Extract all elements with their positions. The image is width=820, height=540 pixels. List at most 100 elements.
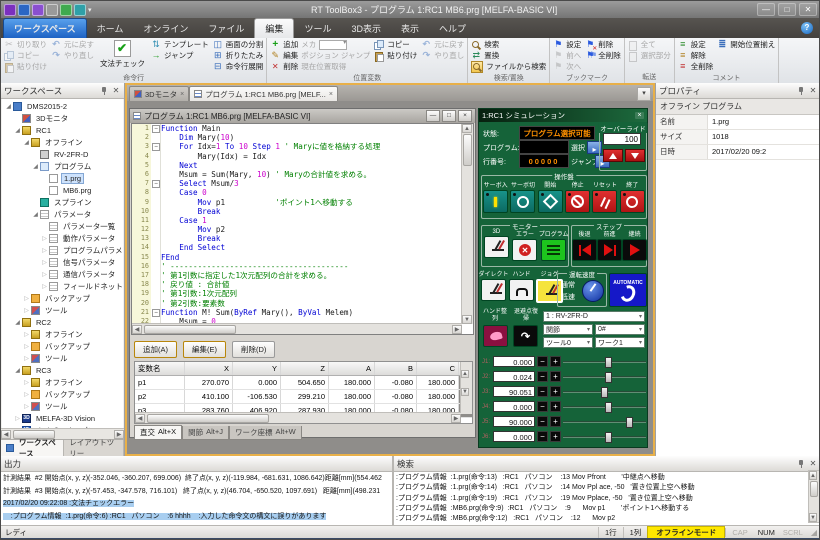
close-icon[interactable]: ✕ [808,86,818,95]
table-row[interactable]: p2410.100-106.530299.210180.000-0.080180… [135,390,472,404]
table-column-Y[interactable]: Y [233,362,281,375]
table-cell[interactable]: 180.000 [417,376,459,389]
work-combo[interactable]: ワーク1▾ [595,337,645,348]
workspace-tab-ワークスペース[interactable]: ワークスペース [1,440,64,456]
code-line[interactable]: 17' 第1引数に指定した1次元配列の合計を求める。 [132,271,462,280]
search-lines[interactable]: :プログラム情報 :1.prg(命令:13) :RC1 パソコン :13 Mov… [394,472,820,525]
joint-minus-icon[interactable]: − [537,431,548,442]
override-down-icon[interactable] [625,149,645,162]
code-line[interactable]: 18' 戻り値 : 合計値 [132,280,462,289]
joint-plus-icon[interactable]: + [550,431,561,442]
robot-select-combo[interactable]: 1 : RV-2FR-D▾ [543,311,645,322]
scroll-thumb[interactable] [810,481,818,497]
tree-item-バックアップ[interactable]: ▷バックアップ [2,292,123,304]
sim-button-ダイレクト[interactable] [481,279,506,301]
ribbon-button-開始位置揃え[interactable]: 開始位置揃え [717,39,775,50]
code-editor[interactable]: 1Function Main2 Dim Mary(10)3 For Idx=1 … [131,123,474,335]
fold-marker-icon[interactable] [151,124,161,133]
table-column-Z[interactable]: Z [281,362,329,375]
table-column-A[interactable]: A [329,362,375,375]
joint-minus-icon[interactable]: − [537,416,548,427]
tree-expander-icon[interactable]: ▷ [22,403,31,410]
table-column-変数名[interactable]: 変数名 [135,362,185,375]
coord-tab-直交[interactable]: 直交Alt+X [134,425,182,440]
ribbon-button-元に戻す[interactable]: 元に戻す [51,39,94,50]
ribbon-button-解除[interactable]: 解除 [678,50,714,61]
code-line[interactable]: 10 Break [132,207,462,216]
joint-minus-icon[interactable]: − [537,371,548,382]
tree-item-パラメータ一覧[interactable]: パラメータ一覧 [2,220,123,232]
monitor-green-icon[interactable] [60,4,72,16]
maximize-button[interactable]: □ [778,3,796,16]
tab-list-menu-icon[interactable]: ▾ [637,87,651,101]
sim-button-前進[interactable] [597,239,622,261]
table-column-C[interactable]: C [417,362,459,375]
tree-expander-icon[interactable]: ◢ [31,163,40,170]
sim-button-エラー[interactable] [512,239,537,261]
maximize-button[interactable]: □ [442,110,456,122]
automatic-button[interactable]: AUTOMATIC [609,273,647,307]
ribbon-button-ジャンプ[interactable]: ジャンプ [151,50,209,61]
ribbon-tab-オンライン[interactable]: オンライン [133,19,198,38]
scroll-thumb[interactable] [147,414,269,423]
tree-expander-icon[interactable]: ▷ [22,331,31,338]
scroll-right-icon[interactable]: ▶ [452,325,462,334]
tree-expander-icon[interactable]: ◢ [13,127,22,134]
tree-expander-icon[interactable]: ▷ [40,247,49,254]
code-line[interactable]: 1Function Main [132,124,462,133]
tree-item-オフライン[interactable]: ▷オフライン [2,328,123,340]
code-line[interactable]: 13 Break [132,234,462,243]
table-cell[interactable]: -106.530 [233,390,281,403]
scroll-thumb[interactable] [463,134,472,166]
tab-close-icon[interactable]: × [329,91,333,98]
tree-item-RC2[interactable]: ◢RC2 [2,316,123,328]
ribbon-button-全削除[interactable]: 全削除 [678,61,714,72]
scroll-left-icon[interactable]: ◀ [135,414,145,423]
table-column-B[interactable]: B [375,362,417,375]
sim-button-プログラム[interactable] [541,239,566,261]
code-line[interactable]: 20' 第2引数:要素数 [132,299,462,308]
ribbon-button-次へ[interactable]: 次へ [553,61,581,72]
tree-item-パラメータ[interactable]: ◢パラメータ [2,208,123,220]
fold-marker-icon[interactable] [151,308,161,317]
tree-expander-icon[interactable]: ▷ [22,295,31,302]
joint-value[interactable]: 90.000 [493,416,535,427]
scroll-up-icon[interactable]: ▲ [462,124,472,133]
search-vscrollbar[interactable]: ▲ ▼ [808,470,820,523]
tree-expander-icon[interactable]: ◢ [22,139,31,146]
joint-slider[interactable] [563,401,646,412]
joint-minus-icon[interactable]: − [537,386,548,397]
app-logo-icon[interactable] [4,4,16,16]
code-line[interactable]: 2 Dim Mary(10) [132,133,462,142]
joint-value[interactable]: 0.024 [493,371,535,382]
ribbon-button-貼り付け[interactable]: 貼り付け [374,50,417,61]
ribbon-button-やり直し[interactable]: やり直し [51,50,94,61]
tree-expander-icon[interactable]: ▷ [22,379,31,386]
joint-minus-icon[interactable]: − [537,401,548,412]
tree-item-バックアップ[interactable]: ▷バックアップ [2,340,123,352]
pin-icon[interactable] [100,87,108,95]
sim-button-後退[interactable] [572,239,597,261]
fold-marker-icon[interactable] [151,179,161,188]
button-編集(E)[interactable]: 編集(E) [183,341,226,358]
ribbon-button-元に戻す[interactable]: 元に戻す [421,39,464,50]
pin-icon[interactable] [797,460,805,468]
output-line[interactable]: 計測結果 #3 開始点(x, y, z)(-57.453, -347.578, … [3,486,390,499]
ribbon-tab-表示[interactable]: 表示 [391,19,429,38]
simulator-teal-icon[interactable] [74,4,86,16]
sim-button-リセット[interactable] [592,190,617,213]
joint-slider[interactable] [563,371,646,382]
position-variable-table[interactable]: ▲ ▼ ◀ ▶ 変数名XYZABCLp1270.0700.000504.6501… [134,361,473,424]
code-line[interactable]: 12 Mov p2 [132,225,462,234]
coord-tab-関節[interactable]: 関節Alt+J [182,426,229,440]
mech-dropdown[interactable] [319,40,347,50]
close-button[interactable]: ✕ [799,3,817,16]
table-cell[interactable]: 180.000 [329,376,375,389]
retreat-button[interactable] [513,325,538,347]
joint-slider[interactable] [563,356,646,367]
code-area[interactable]: 1Function Main2 Dim Mary(10)3 For Idx=1 … [132,124,462,324]
document-tab-3Dモニタ[interactable]: 3Dモニタ× [129,86,189,101]
sim-button-3D[interactable] [484,236,509,258]
coord-tab-ワーク座標[interactable]: ワーク座標Alt+W [229,426,302,440]
joint-plus-icon[interactable]: + [550,356,561,367]
